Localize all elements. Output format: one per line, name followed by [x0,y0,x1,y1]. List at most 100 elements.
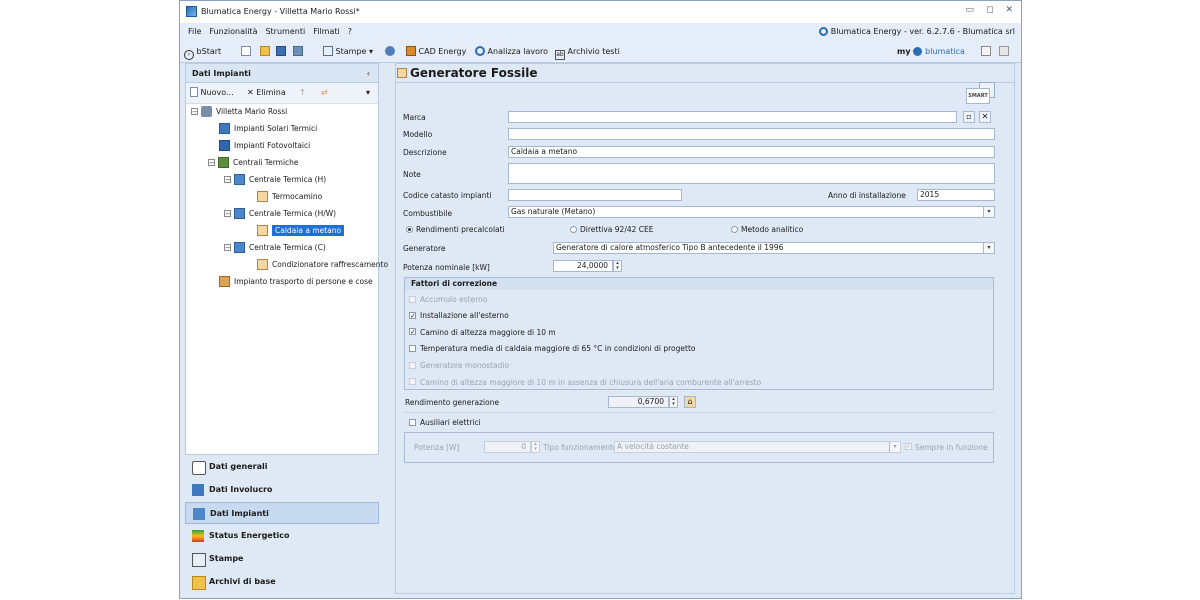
air-conditioner-icon [257,259,268,270]
main-panel-title: Generatore Fossile [410,66,538,80]
nav-dati-involucro[interactable]: Dati Involucro [185,479,379,501]
toolbar: › bStart Stampe ▾ CAD Energy Analizza la… [180,41,1021,63]
chk-monostadio[interactable] [409,362,416,369]
info-button[interactable] [981,45,991,58]
chevron-down-icon: ▾ [983,207,994,217]
tree-node-centrale-c[interactable]: − Centrale Termica (C) [224,240,326,255]
potenza-stepper[interactable]: ▴ ▾ [613,260,622,272]
cad-energy-button[interactable]: CAD Energy [406,45,466,58]
dropdown-arrow-icon: ▾ [366,88,371,97]
rendimento-stepper[interactable]: ▴ ▾ [669,396,678,408]
radio-rendimenti-precalcolati[interactable] [406,226,413,233]
chk-installazione-esterno[interactable]: ✓ [409,312,416,320]
generatore-label: Generatore [403,244,446,253]
tree-node-centrale-hw[interactable]: − Centrale Termica (H/W) [224,206,336,221]
new-file-button[interactable] [241,45,251,58]
menu-strumenti[interactable]: Strumenti [261,23,309,41]
close-icon[interactable]: ✕ [1005,5,1013,15]
lbl-installazione-esterno: Installazione all'esterno [420,311,509,320]
new-document-icon [241,46,251,56]
radio-metodo-analitico[interactable] [731,226,738,233]
marca-lookup-button[interactable]: ▫ [963,111,975,123]
tree-node-fotovoltaici[interactable]: Impianti Fotovoltaici [219,138,310,153]
smart-button[interactable]: SMART [966,88,990,104]
menu-filmati[interactable]: Filmati [309,23,344,41]
my-blumatica-logo[interactable]: my blumatica [897,45,965,58]
marca-field[interactable] [508,111,957,123]
descrizione-field[interactable]: Caldaia a metano [508,146,995,158]
generatore-select[interactable]: Generatore di calore atmosferico Tipo B … [553,242,995,254]
elimina-button[interactable]: ✕ Elimina [247,87,286,99]
menu-funzionalita[interactable]: Funzionalità [205,23,261,41]
maximize-icon[interactable]: ◻ [986,5,993,15]
collapse-toggle-icon[interactable]: − [208,159,215,167]
chevron-down-icon: ▾ [983,243,994,253]
sync-icon: ⇄ [321,88,328,97]
chevron-down-icon: ▾ [889,442,900,452]
nav-dati-impianti[interactable]: Dati Impianti [185,502,379,524]
tree-node-condizionatore[interactable]: Condizionatore raffrescamento [257,257,388,272]
analizza-label: Analizza lavoro [487,47,549,56]
move-up-button[interactable]: ↑ [299,87,306,99]
potenza-field[interactable]: 24,0000 [553,260,613,272]
save-button[interactable] [276,45,286,58]
tree-node-centrale-h[interactable]: − Centrale Termica (H) [224,172,326,187]
lbl-camino-10m: Camino di altezza maggiore di 10 m [420,328,556,337]
fireplace-icon [257,191,268,202]
nav-status-energetico[interactable]: Status Energetico [185,525,379,547]
left-menu-dropdown[interactable]: ▾ [366,87,370,99]
archivio-testi-button[interactable]: ab Archivio testi [555,45,620,60]
modello-field[interactable] [508,128,995,140]
open-button[interactable] [260,45,270,58]
tree-node-caldaia[interactable]: Caldaia a metano [257,223,345,238]
nav-stampe[interactable]: Stampe [185,548,379,570]
menu-file[interactable]: File [184,23,205,41]
nuovo-button[interactable]: Nuovo... [190,87,234,99]
chk-camino-10m[interactable]: ✓ [409,328,416,336]
tree-node-villetta[interactable]: − Villetta Mario Rossi [191,104,287,119]
tree-node-termocamino[interactable]: Termocamino [257,189,322,204]
chk-accumulo-esterno[interactable] [409,296,416,303]
nav-archivi[interactable]: Archivi di base [185,571,379,593]
codice-label: Codice catasto impianti [403,191,492,200]
chk-sempre-funzione[interactable]: ✓ [905,443,912,450]
menu-help[interactable]: ? [344,23,356,41]
thermal-unit-icon [234,242,245,253]
rendimento-field[interactable]: 0,6700 [608,396,669,408]
potenza-w-field[interactable]: 0 [484,441,531,453]
collapse-toggle-icon[interactable]: − [224,244,231,252]
marca-clear-button[interactable]: ✕ [979,111,991,123]
chk-camino-assenza-chiusura[interactable] [409,378,416,385]
bstart-button[interactable]: › bStart [184,45,221,60]
stampe-button[interactable]: Stampe ▾ [323,45,373,58]
tree-node-trasporto[interactable]: Impianto trasporto di persone e cose [219,274,373,289]
combustibile-select[interactable]: Gas naturale (Metano) ▾ [508,206,995,218]
minimize-icon[interactable]: ▭ [965,5,974,15]
tipo-select[interactable]: A velocità costante ▾ [614,441,901,453]
collapse-icon[interactable]: ‹ [367,64,370,83]
analizza-button[interactable]: Analizza lavoro [475,45,548,58]
nuovo-label: Nuovo... [200,88,234,97]
tree-node-centrali[interactable]: − Centrali Termiche [208,155,299,170]
anno-field[interactable]: 2015 [917,189,995,201]
collapse-toggle-icon[interactable]: − [224,210,231,218]
tree-node-solari[interactable]: Impianti Solari Termici [219,121,317,136]
nav-dati-generali[interactable]: Dati generali [185,456,379,478]
note-field[interactable] [508,163,995,184]
chk-temperatura-media[interactable] [409,345,416,352]
brand-my: my [897,47,911,56]
document-icon [999,46,1009,56]
settings-tool-button[interactable] [293,45,303,58]
collapse-toggle-icon[interactable]: − [224,176,231,184]
radio-direttiva[interactable] [570,226,577,233]
rendimento-calc-button[interactable]: ⌂ [684,396,696,408]
codice-field[interactable] [508,189,682,201]
separator [404,412,994,413]
docs-button[interactable] [999,45,1009,58]
window-title: Blumatica Energy - Villetta Mario Rossi* [201,7,360,16]
collapse-toggle-icon[interactable]: − [191,108,198,116]
refresh-button[interactable]: ⇄ [321,87,328,99]
potenza-w-stepper[interactable]: ▴ ▾ [531,441,540,453]
chk-ausiliari-elettrici[interactable] [409,419,416,426]
options-button[interactable] [385,45,395,58]
